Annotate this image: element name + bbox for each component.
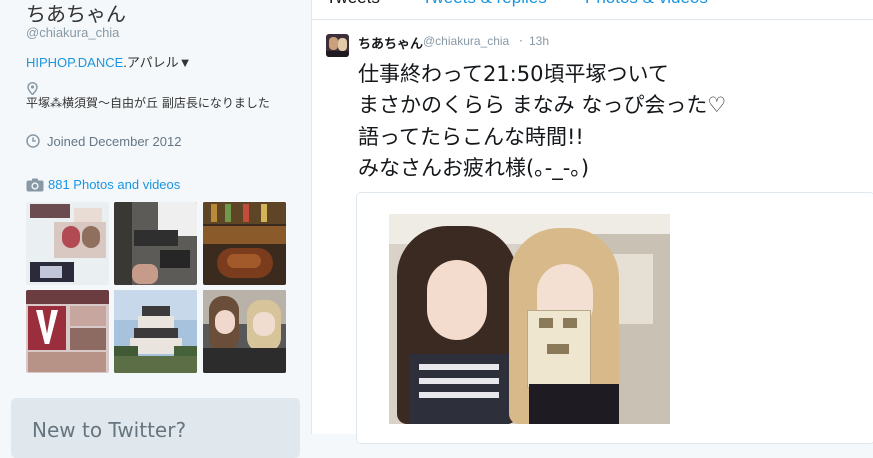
tweet-timestamp[interactable]: 13h bbox=[529, 34, 549, 48]
tab-tweets-replies[interactable]: Tweets & replies bbox=[422, 0, 547, 8]
location-pin-icon bbox=[27, 82, 38, 95]
tab-tweets[interactable]: Tweets bbox=[326, 0, 380, 8]
photos-videos-link[interactable]: 881 Photos and videos bbox=[48, 177, 180, 192]
camera-icon bbox=[26, 178, 44, 192]
tweet-author-name[interactable]: ちあちゃん bbox=[358, 33, 423, 52]
new-to-twitter-heading: New to Twitter? bbox=[32, 418, 187, 442]
tweet-avatar[interactable] bbox=[326, 34, 349, 57]
bio-link[interactable]: HIPHOP.DANCE bbox=[26, 55, 123, 70]
tweet-text-line: 仕事終わって21:50頃平塚ついて bbox=[358, 62, 669, 86]
profile-sidebar: ちあちゃん @chiakura_chia HIPHOP.DANCE.アパレル▼ … bbox=[0, 0, 312, 458]
photo-thumbnail[interactable] bbox=[114, 202, 197, 285]
profile-location: 平塚⁂横須賀〜自由が丘 副店長になりました bbox=[26, 96, 270, 110]
photo-thumbnail[interactable] bbox=[26, 290, 109, 373]
photo-thumbnail[interactable] bbox=[203, 290, 286, 373]
tweet-text-line: まさかのくらら まなみ なっぴ会った♡ bbox=[358, 93, 727, 117]
timeline: Tweets Tweets & replies Photos & videos … bbox=[312, 0, 873, 444]
tweet-author-handle[interactable]: @chiakura_chia bbox=[423, 34, 509, 48]
photo-thumbnail[interactable] bbox=[26, 202, 109, 285]
profile-bio: HIPHOP.DANCE.アパレル▼ bbox=[26, 52, 192, 71]
photo-thumbnail[interactable] bbox=[114, 290, 197, 373]
tweet-photo[interactable] bbox=[389, 214, 670, 424]
profile-joined-date: Joined December 2012 bbox=[47, 134, 182, 149]
bio-text: .アパレル▼ bbox=[123, 55, 192, 70]
profile-handle[interactable]: @chiakura_chia bbox=[26, 25, 119, 40]
profile-display-name[interactable]: ちあちゃん bbox=[26, 0, 126, 27]
profile-tabs: Tweets Tweets & replies Photos & videos bbox=[312, 0, 873, 20]
tweet-text-line: みなさんお疲れ様(｡-_-｡) bbox=[358, 156, 590, 180]
clock-icon bbox=[26, 134, 40, 148]
tweet-separator: · bbox=[519, 34, 523, 48]
photo-thumbnail[interactable] bbox=[203, 202, 286, 285]
tweet-text-line: 語ってたらこんな時間!! bbox=[358, 125, 584, 149]
tab-photos-videos[interactable]: Photos & videos bbox=[585, 0, 708, 8]
